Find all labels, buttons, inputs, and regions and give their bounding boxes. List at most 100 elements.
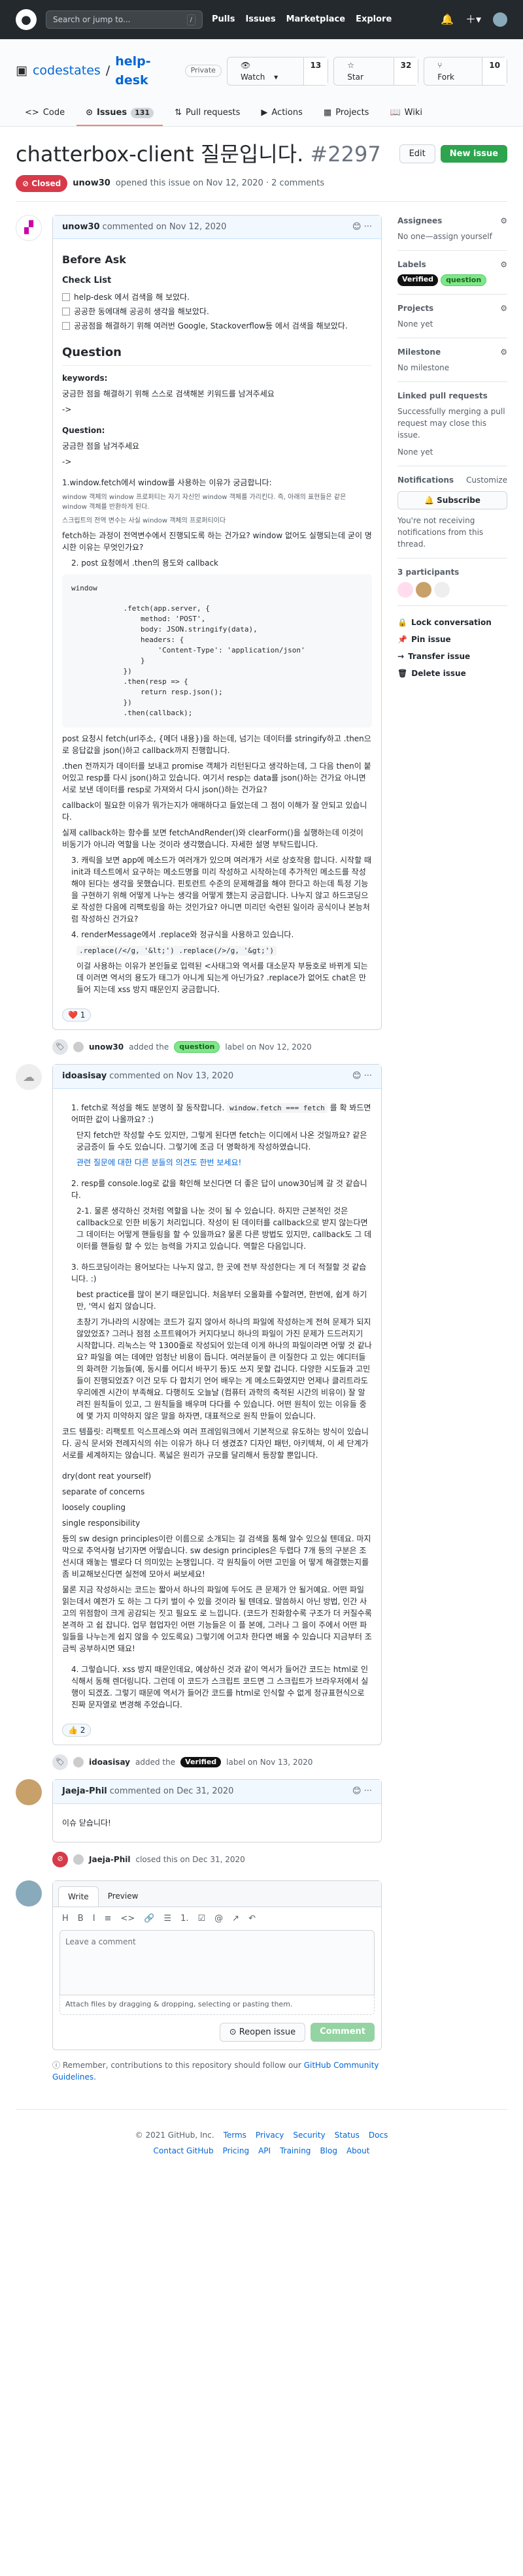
bullet-list-icon[interactable]: ☰ — [163, 1912, 171, 1925]
footer-link-privacy[interactable]: Privacy — [256, 2129, 284, 2141]
new-issue-button[interactable]: New issue — [440, 144, 507, 163]
tab-preview[interactable]: Preview — [99, 1886, 148, 1907]
tab-code[interactable]: <> Code — [16, 101, 74, 126]
comment-author[interactable]: unow30 — [62, 221, 100, 234]
avatar[interactable] — [397, 582, 413, 598]
lock-conversation-button[interactable]: 🔒 Lock conversation — [397, 614, 507, 631]
comment-author[interactable]: Jaeja-Phil — [62, 1785, 107, 1798]
event-author[interactable]: idoasisay — [89, 1756, 130, 1768]
comment-date[interactable]: commented on Nov 13, 2020 — [109, 1070, 233, 1083]
subscribe-button[interactable]: 🔔 Subscribe — [397, 491, 507, 509]
label-verified[interactable]: Verified — [180, 1756, 222, 1768]
avatar[interactable] — [73, 1854, 84, 1865]
bell-icon[interactable]: 🔔 — [441, 12, 454, 27]
watch-count[interactable]: 13 — [303, 57, 328, 85]
numbered-list-icon[interactable]: 1. — [180, 1912, 188, 1925]
avatar[interactable] — [416, 582, 431, 598]
gear-icon[interactable]: ⚙ — [500, 215, 507, 227]
github-logo-icon[interactable]: ● — [16, 9, 37, 30]
tab-pull-requests[interactable]: ⇅ Pull requests — [165, 101, 249, 126]
more-icon[interactable]: 😊 ··· — [352, 221, 372, 234]
star-button[interactable]: ☆ Star 32 — [333, 56, 419, 86]
nav-marketplace[interactable]: Marketplace — [286, 13, 346, 26]
delete-issue-button[interactable]: 🗑 Delete issue — [397, 665, 507, 682]
edit-button[interactable]: Edit — [399, 144, 435, 164]
avatar[interactable] — [434, 582, 450, 598]
gear-icon[interactable]: ⚙ — [500, 259, 507, 270]
tab-projects[interactable]: ▦ Projects — [314, 101, 379, 126]
label-question[interactable]: question — [174, 1040, 220, 1054]
search-input[interactable]: Search or jump to... / — [46, 10, 203, 29]
footer-link-security[interactable]: Security — [293, 2129, 325, 2141]
link-icon[interactable]: 🔗 — [144, 1912, 154, 1925]
bold-icon[interactable]: B — [78, 1912, 84, 1925]
reply-icon[interactable]: ↶ — [248, 1912, 256, 1925]
tab-actions[interactable]: ▶ Actions — [252, 101, 312, 126]
plus-icon[interactable]: ＋▾ — [465, 12, 481, 27]
watch-button[interactable]: 👁 Watch ▾ 13 — [226, 56, 329, 86]
fork-button[interactable]: ⑂ Fork 10 — [424, 56, 507, 86]
checkbox[interactable] — [62, 321, 70, 330]
reopen-issue-button[interactable]: ⊙ Reopen issue — [219, 2022, 306, 2042]
task-list-icon[interactable]: ☑ — [198, 1912, 206, 1925]
code-icon[interactable]: <> — [120, 1912, 135, 1925]
pin-issue-button[interactable]: 📌 Pin issue — [397, 631, 507, 648]
comment-button[interactable]: Comment — [311, 2022, 375, 2042]
issue-author-link[interactable]: unow30 — [73, 177, 110, 190]
avatar[interactable] — [73, 1757, 84, 1768]
related-link[interactable]: 관련 질문에 대한 다른 분들의 의견도 한번 보세요! — [76, 1157, 372, 1168]
user-avatar[interactable] — [493, 12, 507, 27]
footer-link-docs[interactable]: Docs — [369, 2129, 388, 2141]
heart-reaction[interactable]: ❤️ 1 — [62, 1008, 92, 1022]
footer-link-pricing[interactable]: Pricing — [223, 2145, 249, 2157]
footer-link-contact[interactable]: Contact GitHub — [154, 2145, 214, 2157]
tab-issues[interactable]: ⊙ Issues 131 — [76, 101, 163, 126]
avatar[interactable] — [16, 1779, 42, 1806]
nav-explore[interactable]: Explore — [356, 13, 392, 26]
checkbox[interactable] — [62, 293, 70, 301]
footer-link-status[interactable]: Status — [335, 2129, 360, 2141]
gear-icon[interactable]: ⚙ — [500, 346, 507, 358]
footer-link-blog[interactable]: Blog — [320, 2145, 337, 2157]
thumbs-up-reaction[interactable]: 👍 2 — [62, 1724, 92, 1737]
more-icon[interactable]: 😊 ··· — [352, 1785, 372, 1798]
quote-icon[interactable]: ≡ — [105, 1912, 112, 1925]
tab-write[interactable]: Write — [58, 1886, 99, 1907]
comment-author[interactable]: idoasisay — [62, 1070, 107, 1083]
fork-count[interactable]: 10 — [482, 57, 507, 85]
footer-link-training[interactable]: Training — [280, 2145, 311, 2157]
reference-icon[interactable]: ↗ — [232, 1912, 239, 1925]
transfer-issue-button[interactable]: → Transfer issue — [397, 648, 507, 665]
comment-date[interactable]: commented on Dec 31, 2020 — [110, 1785, 234, 1798]
paragraph: post 요청시 fetch(url주소, {메더 내용})을 하는데, 넘기는… — [62, 733, 371, 755]
assign-yourself-link[interactable]: No one—assign yourself — [397, 232, 492, 241]
avatar[interactable]: ☁ — [16, 1064, 42, 1091]
repo-name-link[interactable]: help-desk — [115, 52, 179, 89]
label-question[interactable]: question — [441, 274, 487, 286]
checkbox[interactable] — [62, 307, 70, 315]
attach-files[interactable]: Attach files by dragging & dropping, sel… — [59, 1995, 375, 2015]
star-count[interactable]: 32 — [393, 57, 418, 85]
tab-wiki[interactable]: 📖 Wiki — [380, 101, 431, 126]
nav-issues[interactable]: Issues — [245, 13, 275, 26]
avatar[interactable]: ▞ — [16, 214, 42, 241]
comment-date[interactable]: commented on Nov 12, 2020 — [103, 221, 227, 234]
gear-icon[interactable]: ⚙ — [500, 302, 507, 314]
heading-icon[interactable]: H — [62, 1912, 69, 1925]
repo-owner-link[interactable]: codestates — [33, 61, 101, 80]
customize-link[interactable]: Customize — [466, 474, 507, 486]
label-verified[interactable]: Verified — [397, 274, 439, 286]
avatar[interactable] — [73, 1042, 84, 1053]
footer-link-api[interactable]: API — [258, 2145, 271, 2157]
footer-link-terms[interactable]: Terms — [224, 2129, 246, 2141]
footer-link-about[interactable]: About — [346, 2145, 369, 2157]
italic-icon[interactable]: I — [93, 1912, 95, 1925]
nav-pulls[interactable]: Pulls — [212, 13, 235, 26]
question-item: 1.window.fetch에서 window를 사용하는 이유가 궁금합니다: — [62, 477, 272, 487]
more-icon[interactable]: 😊 ··· — [352, 1070, 372, 1083]
mention-icon[interactable]: @ — [214, 1912, 223, 1925]
event-author[interactable]: unow30 — [89, 1041, 124, 1053]
comment-textarea[interactable]: Leave a comment — [59, 1930, 375, 1996]
event-author[interactable]: Jaeja-Phil — [89, 1854, 130, 1865]
avatar[interactable] — [16, 1880, 42, 1907]
